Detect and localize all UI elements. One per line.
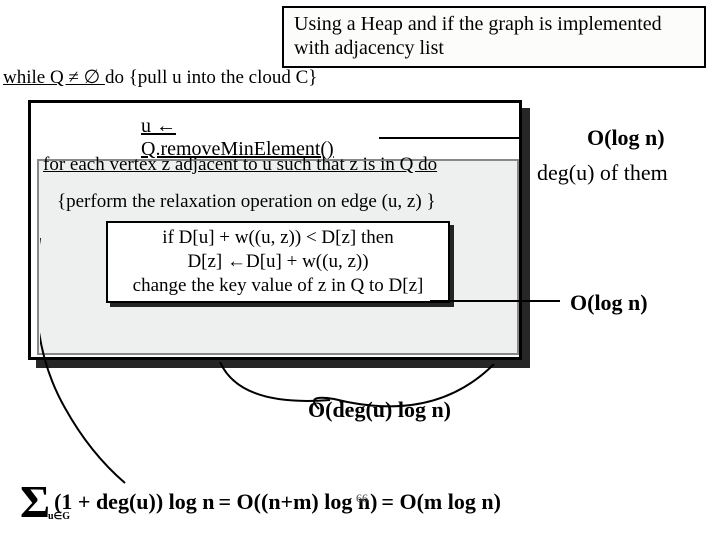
neq-symbol: ≠ — [68, 67, 78, 88]
final-complexity-line: Σu∈G (1 + deg(u)) log n = O((n+m) log n)… — [20, 475, 501, 528]
final-eq2: = O(m log n) — [381, 489, 500, 515]
while-suffix: do {pull u into the cloud C} — [105, 67, 317, 88]
callout-text: Using a Heap and if the graph is impleme… — [294, 13, 662, 59]
if-line-3: change the key value of z in Q to D[z] — [112, 274, 444, 298]
perform-line: {perform the relaxation operation on edg… — [57, 191, 517, 213]
pointer-to-relax-complexity — [430, 300, 560, 302]
final-body: (1 + deg(u)) log n — [54, 489, 214, 515]
pointer-to-remove-complexity — [379, 137, 519, 139]
brace-connector-3 — [40, 238, 160, 498]
while-line: while Q ≠ ∅ do {pull u into the cloud C} — [3, 66, 317, 89]
complexity-deg-count: deg(u) of them — [537, 160, 668, 186]
sigma-subscript: u∈G — [48, 511, 70, 522]
for-each-line: for each vertex z adjacent to u such tha… — [39, 153, 517, 177]
if-line-2: D[z] ←D[u] + w((u, z)) — [112, 250, 444, 274]
sigma-symbol: Σu∈G — [20, 475, 50, 528]
empty-set-symbol: ∅ — [79, 67, 105, 88]
slide-number: 66 — [356, 491, 368, 506]
while-prefix: while Q — [3, 67, 68, 88]
complexity-relax: O(log n) — [570, 290, 648, 316]
callout-box: Using a Heap and if the graph is impleme… — [282, 6, 706, 68]
final-eq1: = O((n+m) log n) — [219, 489, 378, 515]
complexity-remove: O(log n) — [587, 125, 665, 151]
complexity-inner-loop: O(deg(u) log n) — [308, 397, 451, 423]
if-line-1: if D[u] + w((u, z)) < D[z] then — [112, 226, 444, 250]
